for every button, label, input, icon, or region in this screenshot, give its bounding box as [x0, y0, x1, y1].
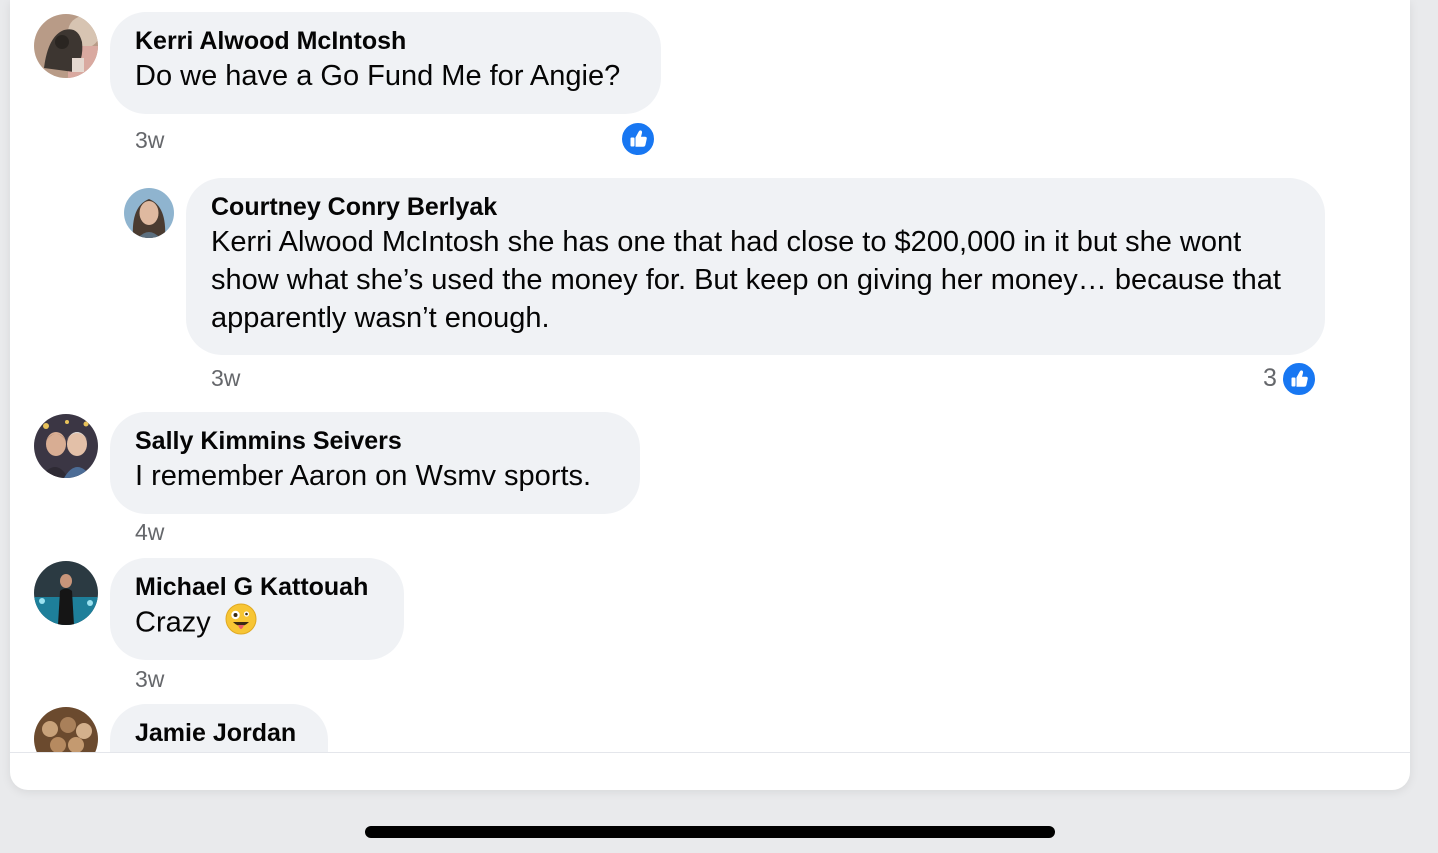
comment-bubble[interactable]: Courtney Conry Berlyak Kerri Alwood McIn… [186, 178, 1325, 355]
comments-sheet: Kerri Alwood McIntosh Do we have a Go Fu… [10, 0, 1410, 790]
divider [10, 752, 1410, 753]
comment-text: Do we have a Go Fund Me for Angie? [135, 60, 621, 92]
reply-courtney: Courtney Conry Berlyak Kerri Alwood McIn… [10, 170, 1410, 402]
comment-timestamp[interactable]: 3w [135, 666, 164, 693]
comment-timestamp[interactable]: 4w [135, 519, 164, 546]
avatar[interactable] [34, 707, 98, 752]
home-indicator[interactable] [365, 826, 1055, 838]
comment-author[interactable]: Sally Kimmins Seivers [135, 426, 640, 456]
thumbs-up-icon[interactable] [1281, 361, 1317, 397]
comment-kerri: Kerri Alwood McIntosh Do we have a Go Fu… [10, 0, 1410, 170]
comment-bubble[interactable]: Sally Kimmins Seivers I remember Aaron o… [110, 412, 640, 514]
comment-author[interactable]: Michael G Kattouah [135, 572, 404, 602]
comment-timestamp[interactable]: 3w [135, 127, 164, 154]
comment-author[interactable]: Jamie Jordan [135, 718, 328, 748]
comment-sally: Sally Kimmins Seivers I remember Aaron o… [10, 402, 1410, 552]
comment-text: I remember Aaron on Wsmv sports. [135, 460, 592, 492]
zany-face-icon [225, 603, 257, 645]
avatar[interactable] [34, 561, 98, 625]
comment-text-content: Crazy [135, 606, 211, 639]
thumbs-up-icon[interactable] [620, 121, 656, 157]
comment-jamie: Jamie Jordan [10, 700, 1410, 752]
comment-bubble[interactable]: Kerri Alwood McIntosh Do we have a Go Fu… [110, 12, 661, 114]
avatar[interactable] [34, 14, 98, 78]
reaction-count[interactable]: 3 [1263, 364, 1277, 393]
comment-author[interactable]: Courtney Conry Berlyak [211, 192, 1285, 222]
comment-text: Kerri Alwood McIntosh she has one that h… [211, 226, 1281, 334]
comment-bubble[interactable]: Jamie Jordan [110, 704, 328, 752]
comment-bubble[interactable]: Michael G Kattouah Crazy [110, 558, 404, 660]
avatar[interactable] [124, 188, 174, 238]
comment-author[interactable]: Kerri Alwood McIntosh [135, 26, 661, 56]
comment-michael: Michael G Kattouah Crazy 3w [10, 552, 1410, 700]
comment-text: Crazy [135, 603, 404, 645]
comments-list[interactable]: Kerri Alwood McIntosh Do we have a Go Fu… [10, 0, 1410, 752]
avatar[interactable] [34, 414, 98, 478]
comment-timestamp[interactable]: 3w [211, 365, 240, 392]
